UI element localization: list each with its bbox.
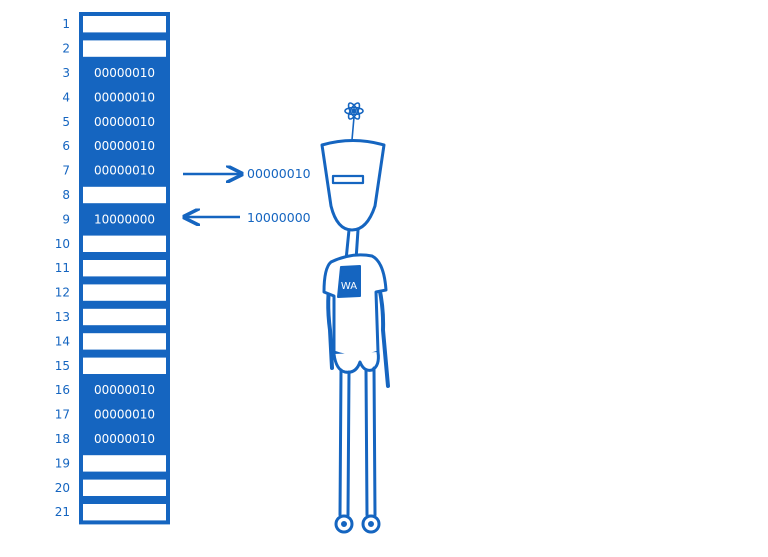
memory-cell-value: 00000010 bbox=[94, 383, 155, 397]
memory-address: 4 bbox=[62, 90, 70, 104]
memory-cell-value: 00000010 bbox=[94, 115, 155, 129]
memory-cell-value: 00000010 bbox=[94, 164, 155, 178]
memory-address: 12 bbox=[55, 286, 70, 300]
memory-address: 6 bbox=[62, 139, 70, 153]
memory-cell-empty bbox=[83, 16, 166, 33]
left-foot-center bbox=[341, 521, 347, 527]
memory-diagram: 1 2 00000010 3 00000010 4 00000010 5 00000010 6 00… bbox=[0, 0, 768, 552]
diagram-canvas: 1200000010300000010400000010500000010600… bbox=[55, 12, 390, 534]
memory-cell-value: 00000010 bbox=[94, 432, 155, 446]
left-leg bbox=[338, 368, 351, 517]
read-value: 00000010 bbox=[247, 166, 311, 181]
memory-cell-empty bbox=[83, 186, 166, 204]
memory-address: 19 bbox=[55, 456, 70, 470]
memory-cell-value: 00000010 bbox=[94, 139, 155, 153]
memory-cell-empty bbox=[83, 308, 166, 326]
memory-address: 9 bbox=[62, 212, 70, 226]
shirt-label: WA bbox=[341, 281, 357, 292]
memory-address: 17 bbox=[55, 408, 70, 422]
memory-cell-empty bbox=[83, 260, 166, 277]
head bbox=[320, 139, 386, 232]
memory-cell-empty bbox=[83, 284, 166, 301]
memory-cell-empty bbox=[83, 333, 166, 350]
memory-address: 16 bbox=[55, 383, 70, 397]
memory-cell-empty bbox=[83, 479, 166, 496]
memory-address: 20 bbox=[55, 481, 70, 495]
memory-address: 11 bbox=[55, 261, 70, 275]
stick-figure: WA bbox=[320, 102, 390, 534]
memory-cell-value: 00000010 bbox=[94, 66, 155, 80]
right-foot-center bbox=[368, 521, 374, 527]
memory-cell-empty bbox=[83, 235, 166, 252]
memory-address: 1 bbox=[62, 17, 70, 31]
memory-address: 15 bbox=[55, 359, 70, 373]
memory-cell-empty bbox=[83, 504, 166, 521]
memory-cell-value: 00000010 bbox=[94, 90, 155, 104]
memory-address: 21 bbox=[55, 505, 70, 519]
memory-address: 2 bbox=[62, 42, 70, 56]
memory-column: 1200000010300000010400000010500000010600… bbox=[55, 12, 170, 525]
write-value: 10000000 bbox=[247, 210, 311, 225]
memory-cell-empty bbox=[83, 357, 166, 374]
memory-address: 3 bbox=[62, 66, 70, 80]
memory-address: 5 bbox=[62, 115, 70, 129]
memory-cell-empty bbox=[83, 40, 166, 57]
memory-address: 14 bbox=[55, 334, 70, 348]
memory-address: 10 bbox=[55, 237, 70, 251]
memory-address: 13 bbox=[55, 310, 70, 324]
memory-address: 7 bbox=[62, 164, 70, 178]
memory-address: 8 bbox=[62, 188, 70, 202]
memory-cell-value: 10000000 bbox=[94, 212, 155, 226]
memory-cell-empty bbox=[83, 455, 166, 472]
right-leg bbox=[364, 366, 377, 517]
memory-address: 18 bbox=[55, 432, 70, 446]
memory-cell-value: 00000010 bbox=[94, 408, 155, 422]
atom-icon bbox=[344, 102, 364, 141]
